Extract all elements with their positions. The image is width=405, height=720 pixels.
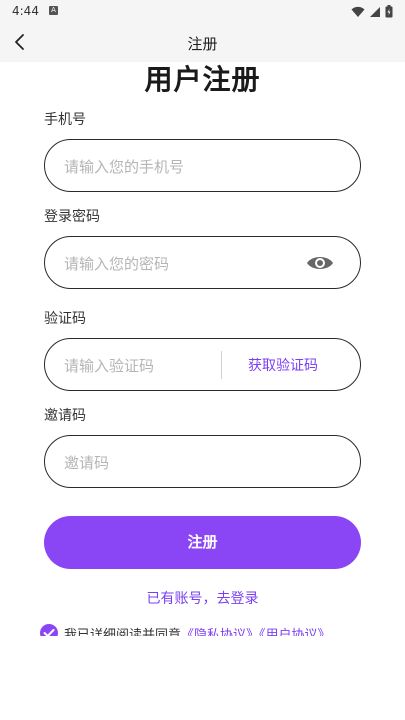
- phone-field: [44, 139, 361, 193]
- password-input[interactable]: [62, 237, 286, 290]
- code-label: 验证码: [44, 311, 86, 327]
- battery-icon: [385, 5, 393, 18]
- invite-field: [44, 435, 361, 489]
- agreement-row: 我已详细阅读并同意《隐私协议》《用户协议》: [40, 624, 370, 636]
- login-link[interactable]: 已有账号，去登录: [0, 588, 405, 608]
- invite-label: 邀请码: [44, 408, 86, 424]
- phone-label: 手机号: [44, 112, 86, 128]
- signal-icon: [370, 6, 380, 17]
- eye-icon[interactable]: [306, 253, 334, 273]
- code-input[interactable]: [62, 339, 216, 392]
- nav-title: 注册: [187, 35, 218, 53]
- notification-icon: A: [49, 6, 58, 15]
- invite-input[interactable]: [62, 436, 286, 489]
- phone-input[interactable]: [62, 140, 286, 193]
- password-field: [44, 236, 361, 290]
- user-agreement-link[interactable]: 《用户协议》: [259, 628, 331, 636]
- privacy-policy-link[interactable]: 《隐私协议》: [181, 628, 259, 636]
- agreement-text: 我已详细阅读并同意《隐私协议》《用户协议》: [64, 624, 331, 636]
- status-bar: 4:44 A: [0, 0, 405, 24]
- status-icons: [351, 5, 393, 18]
- code-field: 获取验证码: [44, 338, 361, 392]
- status-time: 4:44: [12, 4, 39, 18]
- checkbox-checked-icon[interactable]: [40, 624, 58, 636]
- nav-bar: 注册: [0, 24, 405, 62]
- register-button[interactable]: 注册: [44, 516, 361, 569]
- code-divider: [221, 351, 222, 379]
- wifi-icon: [351, 6, 365, 17]
- password-label: 登录密码: [44, 209, 100, 225]
- get-code-button[interactable]: 获取验证码: [248, 355, 318, 375]
- page-title: 用户注册: [144, 63, 261, 96]
- agreement-label: 我已详细阅读并同意: [64, 628, 182, 636]
